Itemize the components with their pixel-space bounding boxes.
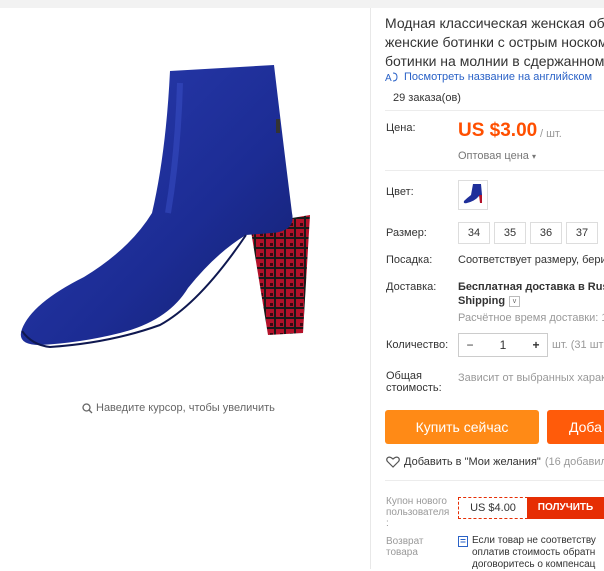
wholesale-price-toggle[interactable]: Оптовая цена ▾ (458, 150, 536, 162)
price-value: US $3.00 (458, 120, 538, 141)
boot-thumbnail-icon (463, 184, 482, 204)
panel-divider (370, 8, 371, 569)
translate-link-text[interactable]: Посмотреть название на английском (404, 71, 592, 83)
add-to-cart-button[interactable]: Доба (547, 410, 604, 444)
shipping-method[interactable]: Shipping (458, 295, 505, 307)
wishlist-count: (16 добавили (544, 456, 604, 468)
chevron-down-icon[interactable]: v (509, 295, 521, 307)
return-policy-text: Если товар не соответству оплатив стоимо… (458, 535, 596, 571)
shipping-method-select[interactable]: Shipping v (458, 295, 521, 307)
price-label: Цена: (386, 122, 416, 134)
wishlist-text[interactable]: Добавить в "Мои желания" (404, 456, 541, 468)
divider (385, 480, 604, 481)
title-line: Модная классическая женская обув (385, 15, 604, 31)
title-line: ботинки на молнии в сдержанном с (385, 53, 604, 69)
total-label: Общая стоимость: (386, 370, 442, 394)
svg-text:A: A (385, 73, 392, 83)
return-text-line: оплатив стоимость обратн (472, 547, 596, 558)
heart-icon (386, 456, 400, 468)
size-label: Размер: (386, 227, 427, 239)
new-user-coupon-label: Купон нового пользователя : (386, 496, 449, 529)
shipping-value: Бесплатная доставка в Russ (458, 281, 604, 293)
coupon-label-line: пользователя (386, 507, 450, 518)
product-title: Модная классическая женская обув женские… (385, 14, 604, 71)
return-text-line: договоритесь о компенсац (472, 559, 596, 570)
coupon-label-line: : (386, 518, 389, 529)
total-label-line: стоимость: (386, 382, 442, 394)
color-label: Цвет: (386, 186, 414, 198)
add-to-wishlist-link[interactable]: Добавить в "Мои желания" (16 добавили (386, 456, 604, 468)
shipping-eta: Расчётное время доставки: 1 (458, 312, 604, 324)
get-coupon-button[interactable]: ПОЛУЧИТЬ (527, 497, 604, 519)
zoom-hint-text: Наведите курсор, чтобы увеличить (96, 402, 275, 414)
quantity-input[interactable]: 1 (481, 338, 525, 352)
buy-now-button[interactable]: Купить сейчас (385, 410, 539, 444)
product-image-area[interactable] (0, 8, 370, 403)
coupon-label-line: Купон нового (386, 496, 447, 507)
title-line: женские ботинки с острым носком, (385, 34, 604, 50)
total-value: Зависит от выбранных характ (458, 372, 604, 384)
order-count: 29 заказа(ов) (393, 92, 461, 104)
quantity-label: Количество: (386, 339, 449, 351)
size-option[interactable]: 37 (566, 222, 598, 244)
return-text-line: Если товар не соответству (472, 535, 596, 546)
wholesale-label[interactable]: Оптовая цена (458, 150, 529, 162)
fit-label: Посадка: (386, 254, 433, 266)
divider (385, 110, 604, 111)
total-label-line: Общая (386, 370, 422, 382)
size-option[interactable]: 35 (494, 222, 526, 244)
chevron-down-icon: ▾ (531, 152, 536, 161)
shipping-label: Доставка: (386, 281, 437, 293)
document-icon (458, 535, 468, 547)
quantity-increase-button[interactable]: + (525, 338, 547, 352)
coupon-amount: US $4.00 (458, 497, 528, 519)
translate-icon: A (385, 72, 398, 83)
color-option-blue[interactable] (458, 180, 488, 210)
return-policy-label: Возврат товара (386, 536, 424, 558)
price-unit: / шт. (540, 128, 562, 140)
top-bar (0, 0, 604, 8)
size-option[interactable]: 36 (530, 222, 562, 244)
size-option[interactable]: 34 (458, 222, 490, 244)
quantity-available: шт. (31 шт (552, 339, 604, 351)
product-image-boot[interactable] (10, 63, 310, 353)
zoom-hint: Наведите курсор, чтобы увеличить (82, 402, 275, 414)
return-label-line: товара (386, 547, 418, 558)
divider (385, 170, 604, 171)
return-label-line: Возврат (386, 536, 424, 547)
magnifier-icon (82, 402, 93, 413)
quantity-stepper[interactable]: − 1 + (458, 333, 548, 357)
quantity-decrease-button[interactable]: − (459, 338, 481, 352)
translate-link[interactable]: A Посмотреть название на английском (385, 71, 592, 83)
fit-value: Соответствует размеру, берит (458, 254, 604, 266)
